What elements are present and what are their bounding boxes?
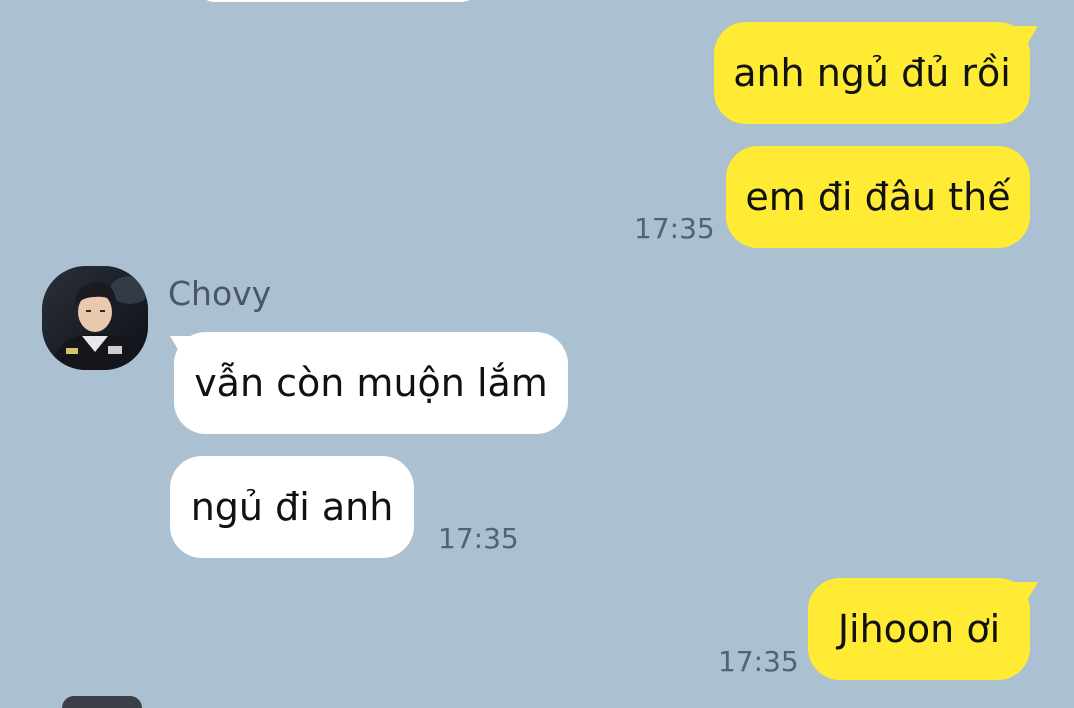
sender-name: Chovy	[168, 274, 272, 313]
message-text: anh ngủ đủ rồi	[733, 51, 1011, 95]
message-text: vẫn còn muộn lắm	[194, 361, 548, 405]
message-bubble-outgoing[interactable]: anh ngủ đủ rồi	[714, 22, 1030, 124]
message-text: em đi đâu thế	[745, 175, 1011, 219]
message-text: Jihoon ơi	[837, 607, 1001, 651]
message-bubble-incoming[interactable]: ngủ đi anh	[170, 456, 414, 558]
message-timestamp: 17:35	[718, 645, 799, 678]
contact-avatar[interactable]	[42, 266, 148, 370]
message-timestamp: 17:35	[634, 212, 715, 245]
profile-photo-avatar-icon	[42, 266, 148, 370]
previous-message-bubble	[190, 0, 486, 2]
message-bubble-outgoing[interactable]: em đi đâu thế	[726, 146, 1030, 248]
message-text: ngủ đi anh	[190, 485, 394, 529]
next-contact-avatar	[62, 696, 142, 708]
message-bubble-outgoing[interactable]: Jihoon ơi	[808, 578, 1030, 680]
message-timestamp: 17:35	[438, 522, 519, 555]
message-bubble-incoming[interactable]: vẫn còn muộn lắm	[174, 332, 568, 434]
